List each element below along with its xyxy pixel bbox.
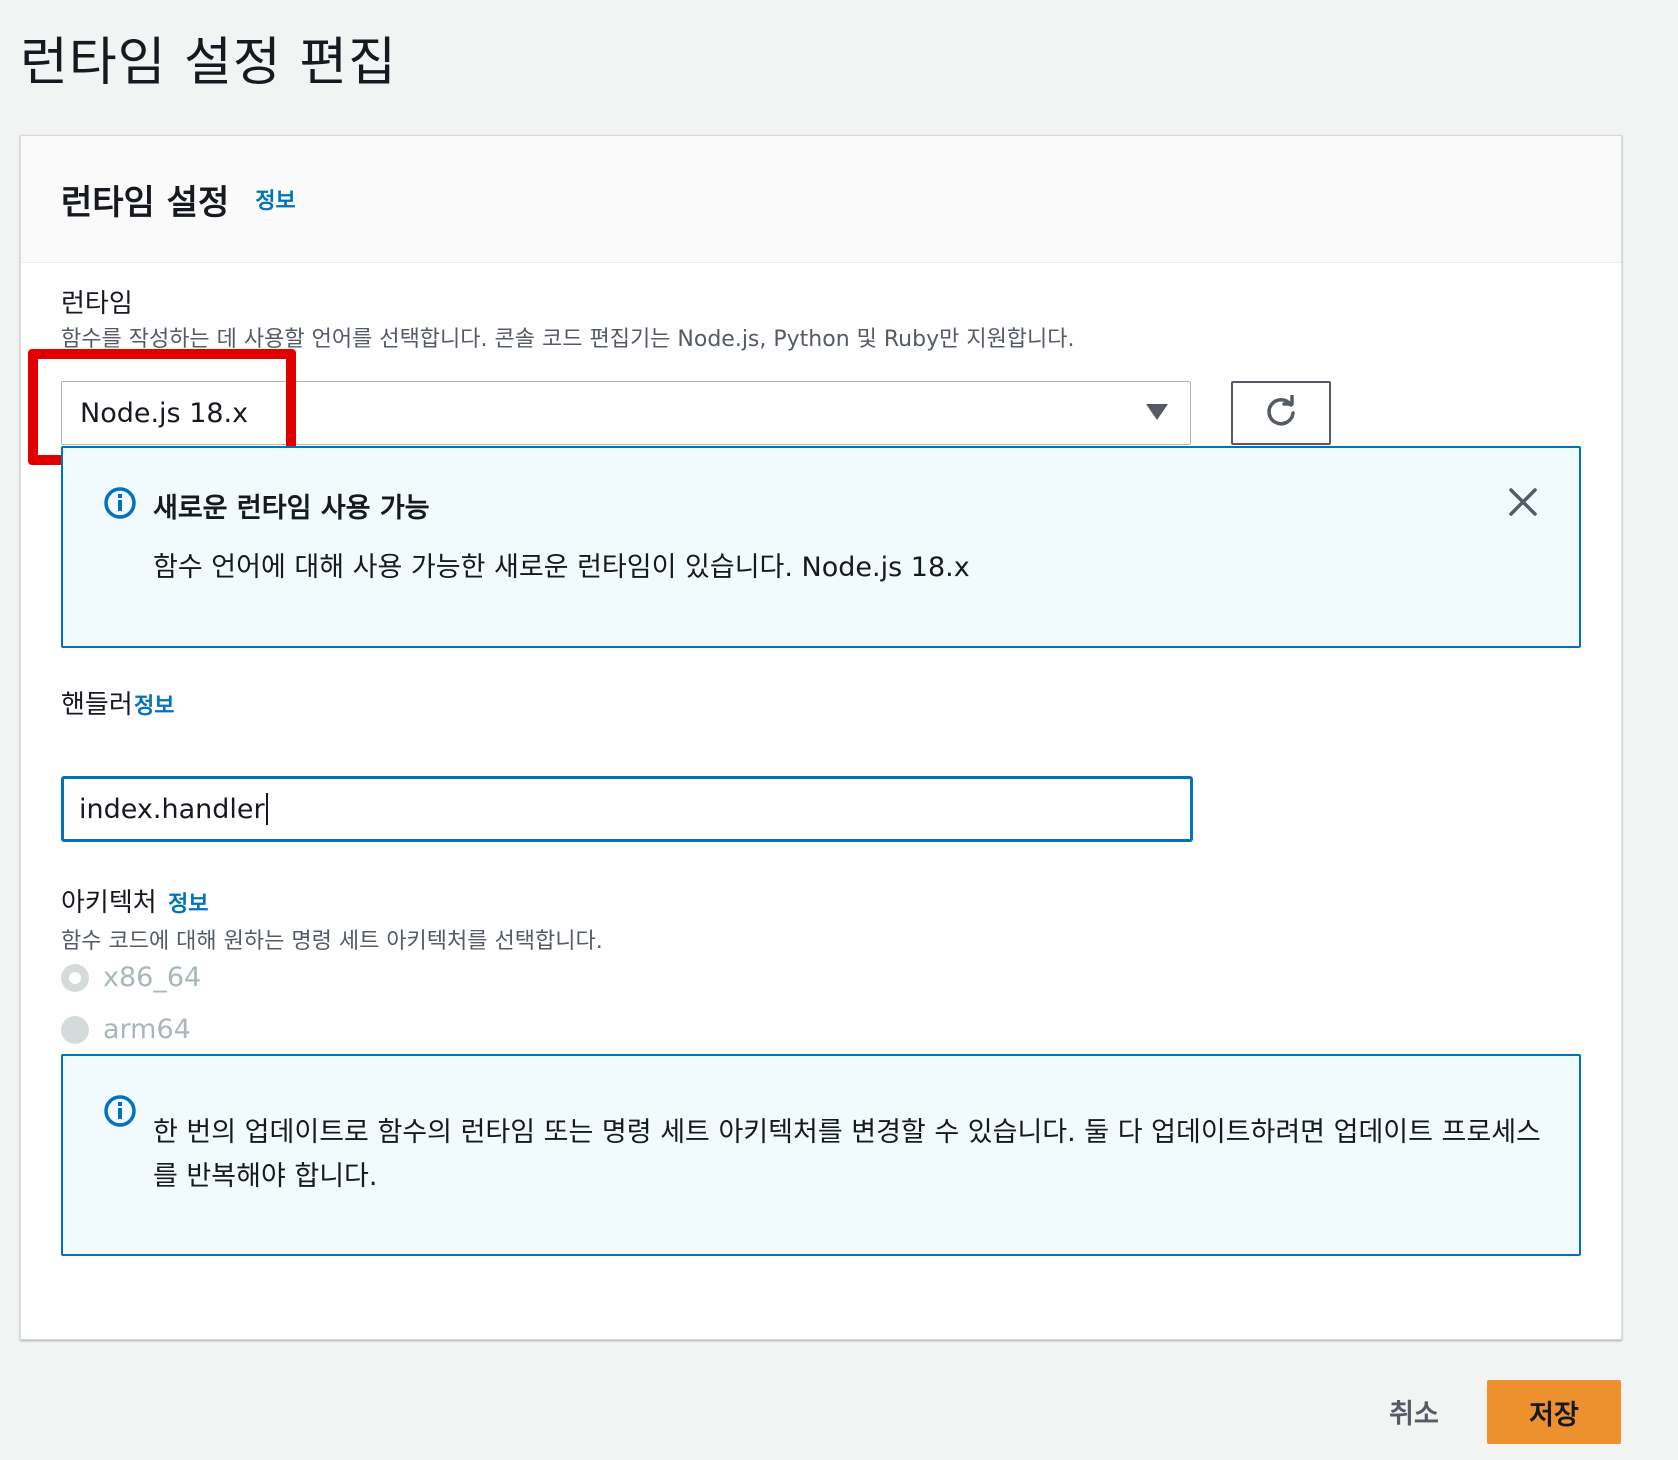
radio-button-x86-64[interactable]	[61, 963, 89, 992]
refresh-icon	[1267, 395, 1295, 426]
info-link[interactable]: 정보	[255, 183, 295, 215]
architecture-label: 아키텍처	[61, 888, 157, 918]
handler-info-link[interactable]: 정보	[134, 688, 174, 720]
radio-label-x86-64: x86_64	[103, 962, 202, 993]
cancel-button[interactable]: 취소	[1364, 1380, 1464, 1442]
refresh-button[interactable]	[1231, 381, 1331, 445]
save-button[interactable]: 저장	[1487, 1380, 1621, 1444]
radio-label-arm64: arm64	[103, 1014, 191, 1045]
handler-label: 핸들러	[61, 690, 133, 720]
architecture-info-alert: 한 번의 업데이트로 함수의 런타임 또는 명령 세트 아키텍처를 변경할 수 …	[61, 1054, 1581, 1256]
dropdown-caret-icon	[1146, 404, 1168, 420]
runtime-label: 런타임	[61, 289, 133, 319]
runtime-select[interactable]: Node.js 18.x	[61, 381, 1191, 445]
handler-input-value: index.handler	[79, 793, 265, 825]
info-icon	[104, 487, 136, 519]
radio-button-arm64[interactable]	[61, 1015, 89, 1044]
panel-title: 런타임 설정	[61, 182, 230, 223]
handler-input[interactable]: index.handler	[61, 776, 1193, 842]
alert-body: 함수 언어에 대해 사용 가능한 새로운 런타임이 있습니다. Node.js …	[153, 552, 970, 583]
runtime-select-value: Node.js 18.x	[80, 397, 249, 429]
info-icon	[104, 1095, 136, 1127]
new-runtime-alert: 새로운 런타임 사용 가능 함수 언어에 대해 사용 가능한 새로운 런타임이 …	[61, 446, 1581, 648]
alert-title: 새로운 런타임 사용 가능	[153, 493, 430, 524]
radio-arm64[interactable]: arm64	[61, 1014, 191, 1045]
architecture-info-link[interactable]: 정보	[168, 886, 208, 918]
architecture-description: 함수 코드에 대해 원하는 명령 세트 아키텍처를 선택합니다.	[61, 929, 603, 954]
runtime-description: 함수를 작성하는 데 사용할 언어를 선택합니다. 콘솔 코드 편집기는 Nod…	[61, 327, 1075, 352]
text-cursor	[265, 793, 268, 825]
radio-x86-64[interactable]: x86_64	[61, 962, 201, 993]
alert-body: 한 번의 업데이트로 함수의 런타임 또는 명령 세트 아키텍처를 변경할 수 …	[153, 1117, 1541, 1192]
panel-header: 런타임 설정 정보	[21, 136, 1621, 263]
page-title: 런타임 설정 편집	[20, 33, 397, 93]
close-icon[interactable]	[1507, 486, 1539, 518]
runtime-settings-panel: 런타임 설정 정보 런타임 함수를 작성하는 데 사용할 언어를 선택합니다. …	[20, 135, 1622, 1340]
